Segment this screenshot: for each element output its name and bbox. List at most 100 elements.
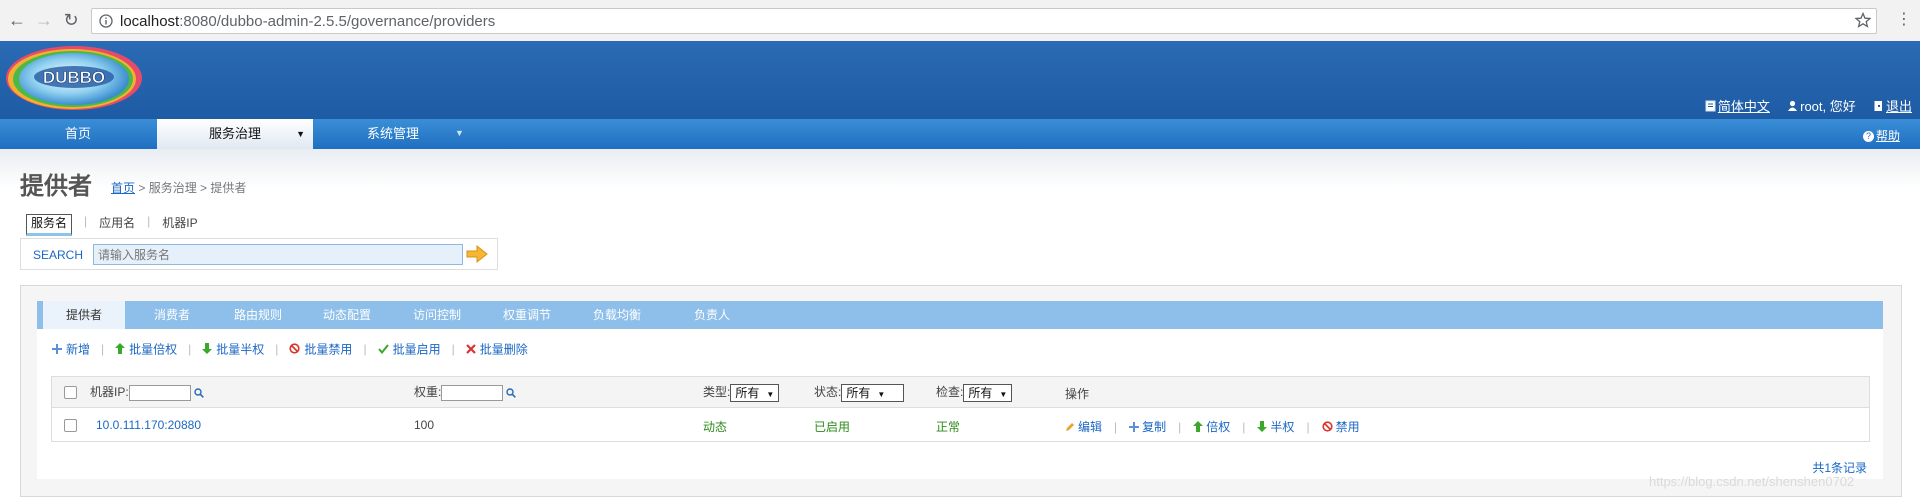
delete-x-icon	[465, 343, 476, 354]
menu-dots-icon[interactable]: ⋮	[1893, 9, 1915, 31]
row-checkbox[interactable]	[64, 419, 77, 432]
provider-type: 动态	[703, 420, 728, 434]
forbidden-icon	[1321, 421, 1333, 432]
svg-text:DUBBO: DUBBO	[43, 68, 105, 87]
arrow-up-icon	[1193, 421, 1204, 432]
provider-weight: 100	[414, 418, 435, 432]
tab-loadbalance[interactable]: 负载均衡	[570, 301, 664, 329]
batch-enable-button[interactable]: 批量启用	[377, 341, 441, 356]
nav-tab-system-management[interactable]: 系统管理	[338, 119, 448, 149]
tab-owners[interactable]: 负责人	[665, 301, 759, 329]
tab-overrides[interactable]: 动态配置	[300, 301, 394, 329]
batch-double-weight-button[interactable]: 批量倍权	[115, 341, 177, 356]
select-all-checkbox[interactable]	[64, 386, 77, 399]
header-type: 类型: 所有 ▼	[703, 383, 780, 402]
search-icon[interactable]	[193, 388, 204, 398]
add-button[interactable]: 新增	[52, 341, 90, 356]
tab-access[interactable]: 访问控制	[390, 301, 484, 329]
main-nav: 首页 服务治理 ▼ 系统管理 ▼ ? 帮助	[0, 119, 1920, 149]
breadcrumb: 首页 > 服务治理 > 提供者	[111, 179, 246, 196]
user-icon	[1788, 100, 1798, 111]
browser-toolbar: ← → ↻ localhost:8080/dubbo-admin-2.5.5/g…	[0, 0, 1920, 42]
batch-disable-button[interactable]: 批量禁用	[289, 341, 352, 356]
status-filter-select[interactable]: 所有 ▼	[841, 383, 905, 402]
copy-button[interactable]: 复制	[1129, 418, 1166, 435]
page-title: 提供者	[20, 173, 92, 200]
panel-tabs: 提供者 消费者 路由规则 动态配置 访问控制 权重调节 负载均衡 负责人	[37, 301, 1883, 329]
providers-panel: 提供者 消费者 路由规则 动态配置 访问控制 权重调节 负载均衡 负责人 新增 |…	[20, 285, 1902, 497]
header-check: 检查: 所有 ▼	[936, 383, 1013, 402]
arrow-up-icon	[115, 343, 126, 354]
header-label: 权重:	[414, 385, 442, 399]
search-tab-app-name[interactable]: 应用名	[99, 214, 135, 231]
table-row: 10.0.111.170:20880 100 动态 已启用 正常 编辑 | 复制 | 倍…	[52, 410, 1869, 440]
type-filter-select[interactable]: 所有 ▼	[730, 383, 780, 402]
back-arrow-icon[interactable]: ←	[6, 9, 28, 31]
arrow-right-icon[interactable]	[465, 244, 489, 264]
search-icon[interactable]	[506, 388, 517, 398]
provider-address-link[interactable]: 10.0.111.170:20880	[96, 418, 201, 432]
nav-tab-home[interactable]: 首页	[36, 119, 120, 149]
weight-filter-input[interactable]	[441, 384, 504, 401]
forward-arrow-icon[interactable]: →	[33, 9, 55, 31]
tab-routes[interactable]: 路由规则	[211, 301, 305, 329]
plus-icon	[1129, 421, 1140, 432]
separator: |	[147, 214, 151, 228]
help-label: 帮助	[1875, 129, 1900, 143]
batch-delete-button[interactable]: 批量删除	[465, 341, 528, 356]
logout-icon	[1874, 100, 1882, 111]
header-links: 简体中文 root, 您好 退出	[1705, 96, 1912, 115]
table-header-row: 机器IP: 权重: 类型: 所有 ▼ 状态: 所有 ▼ 检查: 所有 ▼ 操作	[52, 377, 1869, 408]
search-tabs: 服务名 | 应用名 | 机器IP	[26, 214, 198, 236]
tab-weights[interactable]: 权重调节	[480, 301, 574, 329]
header-machine-ip: 机器IP:	[90, 383, 204, 401]
help-link[interactable]: ? 帮助	[1862, 127, 1900, 144]
nav-tab-service-governance[interactable]: 服务治理 ▼	[157, 119, 313, 149]
header-label: 机器IP:	[90, 385, 129, 399]
search-tab-machine-ip[interactable]: 机器IP	[162, 214, 197, 231]
half-weight-button[interactable]: 半权	[1257, 418, 1294, 435]
logout-link[interactable]: 退出	[1886, 96, 1912, 115]
user-greeting: root, 您好	[1800, 99, 1856, 114]
row-operations: 编辑 | 复制 | 倍权 | 半权 | 禁用	[1065, 418, 1360, 435]
tab-consumers[interactable]: 消费者	[125, 301, 219, 329]
pencil-icon	[1066, 422, 1074, 431]
reload-icon[interactable]: ↻	[60, 9, 82, 31]
provider-check: 正常	[936, 420, 961, 434]
separator: |	[84, 214, 88, 228]
ip-filter-input[interactable]	[128, 384, 191, 401]
breadcrumb-home-link[interactable]: 首页	[111, 181, 135, 195]
forbidden-icon	[289, 343, 301, 354]
breadcrumb-trail: > 服务治理 > 提供者	[135, 181, 247, 195]
header-status: 状态: 所有 ▼	[814, 383, 905, 402]
header-label: 检查:	[936, 385, 964, 399]
toolbar: 新增 | 批量倍权 | 批量半权 | 批量禁用 | 批量启用 | 批量删除	[52, 340, 528, 357]
double-weight-button[interactable]: 倍权	[1193, 418, 1230, 435]
tab-providers[interactable]: 提供者	[43, 301, 125, 329]
nav-shadow	[0, 149, 1920, 189]
nav-tab-label: 系统管理	[366, 126, 419, 141]
disable-button[interactable]: 禁用	[1321, 418, 1360, 435]
chevron-down-icon: ▼	[455, 128, 464, 138]
star-icon[interactable]	[1855, 12, 1871, 28]
address-bar[interactable]: localhost:8080/dubbo-admin-2.5.5/governa…	[91, 8, 1877, 34]
search-tab-service-name[interactable]: 服务名	[26, 214, 73, 236]
app-header: DUBBO 简体中文 root, 您好 退出	[0, 41, 1920, 119]
info-icon	[99, 14, 113, 28]
dubbo-logo[interactable]: DUBBO	[2, 44, 144, 114]
provider-status: 已启用	[814, 420, 851, 434]
nav-tab-label: 服务治理	[208, 126, 261, 141]
check-filter-select[interactable]: 所有 ▼	[963, 383, 1013, 402]
language-link[interactable]: 简体中文	[1718, 96, 1770, 115]
arrow-down-icon	[1257, 421, 1268, 432]
batch-half-weight-button[interactable]: 批量半权	[202, 341, 264, 356]
providers-content: 新增 | 批量倍权 | 批量半权 | 批量禁用 | 批量启用 | 批量删除 机器IP: 权重: 类型…	[37, 329, 1883, 479]
providers-table: 机器IP: 权重: 类型: 所有 ▼ 状态: 所有 ▼ 检查: 所有 ▼ 操作 10.0.1…	[51, 376, 1870, 442]
edit-button[interactable]: 编辑	[1065, 418, 1102, 435]
chevron-down-icon: ▼	[296, 129, 305, 139]
header-weight: 权重:	[414, 383, 517, 401]
url-text: localhost:8080/dubbo-admin-2.5.5/governa…	[120, 13, 496, 30]
header-label: 状态:	[814, 385, 842, 399]
search-input[interactable]	[93, 244, 463, 265]
header-label: 类型:	[703, 385, 731, 399]
